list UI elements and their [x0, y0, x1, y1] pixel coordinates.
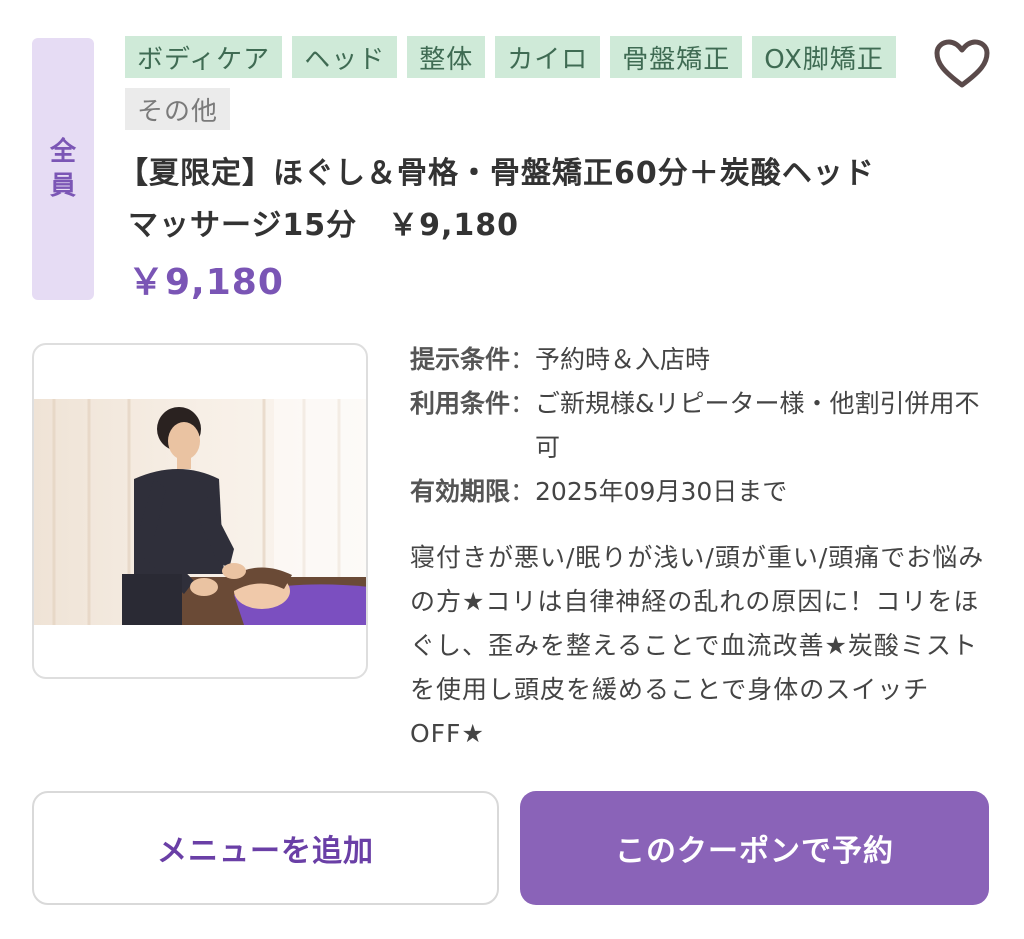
condition-colon: ：: [510, 477, 536, 506]
target-badge: 全 員: [32, 38, 94, 300]
condition-row-expiry: 有効期限 ： 2025年09月30日まで: [410, 470, 990, 514]
target-badge-char: 員: [49, 171, 76, 201]
coupon-title-line: 【夏限定】ほぐし＆骨格・骨盤矯正60分＋炭酸ヘッド: [118, 156, 875, 191]
massage-photo: [34, 399, 366, 625]
condition-row-usage: 利用条件 ： ご新規様&リピーター様・他割引併用不可: [410, 382, 990, 470]
reserve-with-coupon-button[interactable]: このクーポンで予約: [520, 791, 989, 905]
condition-colon: ：: [510, 345, 536, 374]
coupon-description: 寝付きが悪い/眠りが浅い/頭が重い/頭痛でお悩みの方★コリは自律神経の乱れの原因…: [410, 543, 985, 748]
favorite-button[interactable]: [930, 34, 994, 94]
coupon-title-line: マッサージ15分 ￥9,180: [128, 208, 520, 243]
condition-row-presentation: 提示条件 ： 予約時＆入店時: [410, 338, 990, 382]
coupon-price: ￥9,180: [128, 262, 284, 303]
condition-label: 提示条件: [410, 345, 511, 374]
condition-label: 利用条件: [410, 389, 511, 418]
tag-pelvis: 骨盤矯正: [610, 36, 743, 78]
condition-value: 2025年09月30日まで: [535, 477, 788, 506]
tag-body-care: ボディケア: [125, 36, 283, 78]
category-tags: ボディケア ヘッド 整体 カイロ 骨盤矯正 OX脚矯正 その他: [125, 36, 905, 130]
heart-outline-icon: [934, 39, 990, 88]
coupon-conditions: 提示条件 ： 予約時＆入店時 利用条件 ： ご新規様&リピーター様・他割引併用不…: [410, 338, 990, 514]
tag-chiro: カイロ: [495, 36, 601, 78]
coupon-photo: [32, 343, 368, 679]
tag-seitai: 整体: [407, 36, 486, 78]
tag-other: その他: [125, 88, 231, 130]
condition-value: 予約時＆入店時: [535, 345, 711, 374]
tag-head: ヘッド: [292, 36, 398, 78]
coupon-title: 【夏限定】ほぐし＆骨格・骨盤矯正60分＋炭酸ヘッド マッサージ15分 ￥9,18…: [118, 148, 908, 252]
condition-colon: ：: [510, 389, 536, 418]
tag-ox-leg: OX脚矯正: [752, 36, 896, 78]
condition-value: ご新規様&リピーター様・他割引併用不可: [535, 389, 980, 462]
condition-label: 有効期限: [410, 477, 511, 506]
add-menu-button[interactable]: メニューを追加: [32, 791, 499, 905]
target-badge-char: 全: [49, 137, 76, 167]
